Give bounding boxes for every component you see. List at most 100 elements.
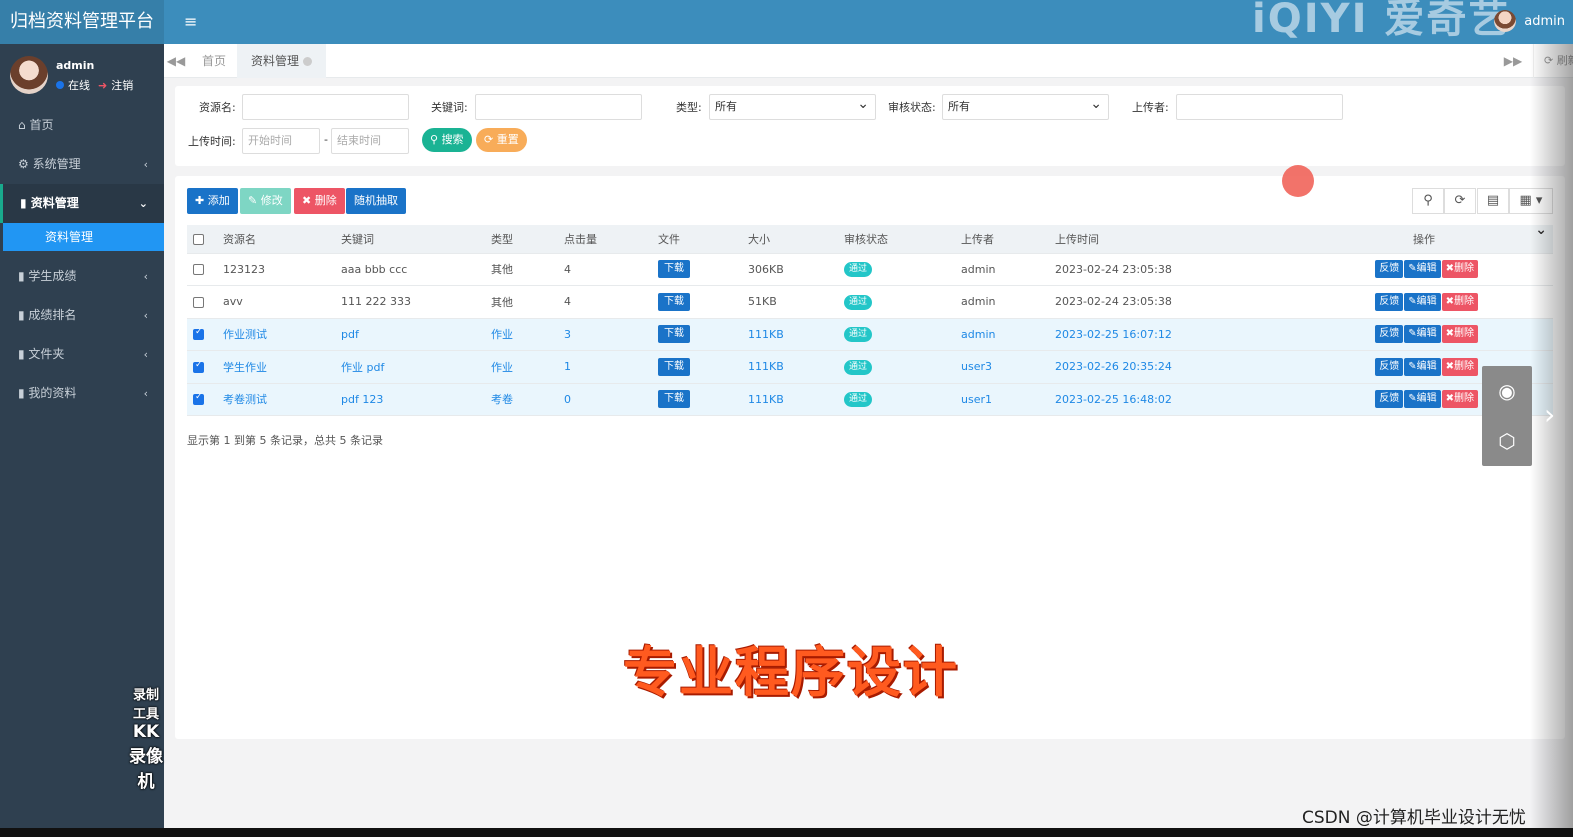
row-edit-button[interactable]: ✎编辑 [1404,292,1441,311]
table-row[interactable]: avv 111 222 333 其他 4 下载 51KB 通过 admin 20… [187,285,1553,319]
download-button[interactable]: 下载 [658,325,690,344]
cell-type: 其他 [485,285,558,319]
camera-icon[interactable]: ◉ [1482,366,1532,416]
sidebar-item-ranking[interactable]: ▮ 成绩排名 ‹ [0,296,164,335]
delete-button[interactable]: ✖ 删除 [294,188,345,214]
tab-scroll-left-icon[interactable]: ◀◀ [164,44,188,78]
table-row[interactable]: 考卷测试 pdf 123 考卷 0 下载 111KB 通过 user1 2023… [187,383,1553,416]
cell-time: 2023-02-25 16:07:12 [1049,318,1309,351]
row-delete-button[interactable]: ✖删除 [1441,357,1478,376]
review-status-select[interactable]: 所有 [942,92,1109,120]
sidebar-item-folders[interactable]: ▮ 文件夹 ‹ [0,335,164,374]
cell-clicks: 4 [558,285,652,319]
feedback-button[interactable]: 反馈 [1375,325,1404,344]
uploader-label: 上传者: [1132,101,1169,114]
add-button[interactable]: ✚ 添加 [187,188,238,214]
column-header-size[interactable]: 大小 [742,225,838,254]
row-delete-button[interactable]: ✖删除 [1441,292,1478,311]
sidebar-subitem-resources[interactable]: 资料管理 [3,223,164,251]
edit-icon: ✎ [1408,263,1417,275]
hexagon-add-icon[interactable]: ⬡ [1482,416,1532,466]
resource-name-label: 资源名: [199,101,236,114]
download-button[interactable]: 下载 [658,357,690,376]
pagination-info: 显示第 1 到第 5 条记录，总共 5 条记录 [187,434,383,447]
feedback-button[interactable]: 反馈 [1375,260,1404,279]
date-separator: - [324,133,328,146]
feedback-button[interactable]: 反馈 [1375,357,1404,376]
random-pick-button[interactable]: 随机抽取 [346,188,406,214]
sidebar-item-home[interactable]: ⌂ 首页 [0,106,164,145]
column-header-time[interactable]: 上传时间 [1049,225,1309,254]
cell-clicks: 4 [558,253,652,286]
search-icon: ⚲ [430,133,442,146]
download-button[interactable]: 下载 [658,292,690,311]
cell-uploader: admin [955,318,1049,351]
table-toggle-view-icon[interactable]: ▤ [1477,188,1509,214]
type-select[interactable]: 所有 [709,92,876,120]
row-checkbox[interactable] [193,392,204,406]
row-edit-button[interactable]: ✎编辑 [1404,357,1441,376]
table-row[interactable]: 作业测试 pdf 作业 3 下载 111KB 通过 admin 2023-02-… [187,318,1553,351]
tab-resources[interactable]: 资料管理 [237,44,327,78]
row-edit-button[interactable]: ✎编辑 [1404,260,1441,279]
download-button[interactable]: 下载 [658,260,690,279]
upload-time-label: 上传时间: [188,135,236,148]
keyword-input[interactable] [475,94,642,120]
column-header-file[interactable]: 文件 [652,225,742,254]
cell-name: 作业测试 [217,318,335,351]
tab-scroll-right-icon[interactable]: ▶▶ [1501,44,1525,78]
row-delete-button[interactable]: ✖删除 [1441,390,1478,409]
column-header-status[interactable]: 审核状态 [838,225,955,254]
uploader-input[interactable] [1176,94,1343,120]
download-button[interactable]: 下载 [658,390,690,409]
tab-home[interactable]: 首页 [188,44,240,78]
row-edit-button[interactable]: ✎编辑 [1404,390,1441,409]
sidebar-item-system[interactable]: ⚙ 系统管理 ‹ [0,145,164,184]
table-refresh-icon[interactable]: ⟳ [1444,188,1476,214]
cell-type: 其他 [485,253,558,286]
menu-toggle-icon[interactable]: ≡ [184,12,197,31]
table-row[interactable]: 学生作业 作业 pdf 作业 1 下载 111KB 通过 user3 2023-… [187,350,1553,384]
row-checkbox[interactable] [193,360,204,373]
row-edit-button[interactable]: ✎编辑 [1404,325,1441,344]
resource-name-input[interactable] [242,94,409,120]
feedback-button[interactable]: 反馈 [1375,292,1404,311]
feedback-button[interactable]: 反馈 [1375,390,1404,409]
status-badge: 通过 [844,262,873,278]
row-delete-button[interactable]: ✖删除 [1441,260,1478,279]
row-checkbox[interactable] [193,296,204,308]
refresh-tab-button[interactable]: ⟳ 刷新 [1533,44,1573,78]
select-all-checkbox[interactable] [187,225,217,254]
chevron-right-icon[interactable]: › [1544,398,1555,431]
column-header-type[interactable]: 类型 [485,225,558,254]
table-panel: ✚ 添加 ✎ 修改 ✖ 删除 随机抽取 ⚲ ⟳ ▤ ▦ ▾ 资源名 关键词 类型… [175,176,1565,739]
table-header-row: 资源名 关键词 类型 点击量 文件 大小 审核状态 上传者 上传时间 操作 [187,225,1553,254]
reset-button[interactable]: ⟳ 重置 [476,128,527,152]
sidebar-item-my-resources[interactable]: ▮ 我的资料 ‹ [0,374,164,413]
search-button[interactable]: ⚲ 搜索 [422,128,472,152]
user-menu[interactable]: admin [1494,10,1565,32]
row-checkbox[interactable] [193,327,204,341]
review-status-label: 审核状态: [888,101,936,114]
close-icon[interactable] [303,57,313,66]
cell-uploader: user1 [955,383,1049,416]
end-time-input[interactable]: 结束时间 [331,128,409,154]
video-caption: 专业程序设计 [623,641,959,704]
row-delete-button[interactable]: ✖删除 [1441,325,1478,344]
column-header-name[interactable]: 资源名 [217,225,335,254]
edit-button[interactable]: ✎ 修改 [240,188,291,214]
sidebar: admin 在线 ➜ 注销 ⌂ 首页 ⚙ 系统管理 ‹ ▮ 资料管理 ⌄ 资料管理 ▮… [0,44,164,837]
sidebar-item-grades[interactable]: ▮ 学生成绩 ‹ [0,257,164,296]
column-header-uploader[interactable]: 上传者 [955,225,1049,254]
table-columns-icon[interactable]: ▦ ▾ [1509,188,1553,214]
start-time-input[interactable]: 开始时间 [242,128,320,154]
sidebar-item-resources[interactable]: ▮ 资料管理 ⌄ [0,184,164,223]
edit-icon: ✎ [1408,360,1417,372]
row-checkbox[interactable] [193,264,204,276]
table-search-icon[interactable]: ⚲ [1412,188,1444,214]
book-icon: ▮ [20,196,31,210]
logout-link[interactable]: ➜ 注销 [98,77,133,93]
column-header-clicks[interactable]: 点击量 [558,225,652,254]
column-header-keywords[interactable]: 关键词 [335,225,485,254]
table-row[interactable]: 123123 aaa bbb ccc 其他 4 下载 306KB 通过 admi… [187,253,1553,286]
